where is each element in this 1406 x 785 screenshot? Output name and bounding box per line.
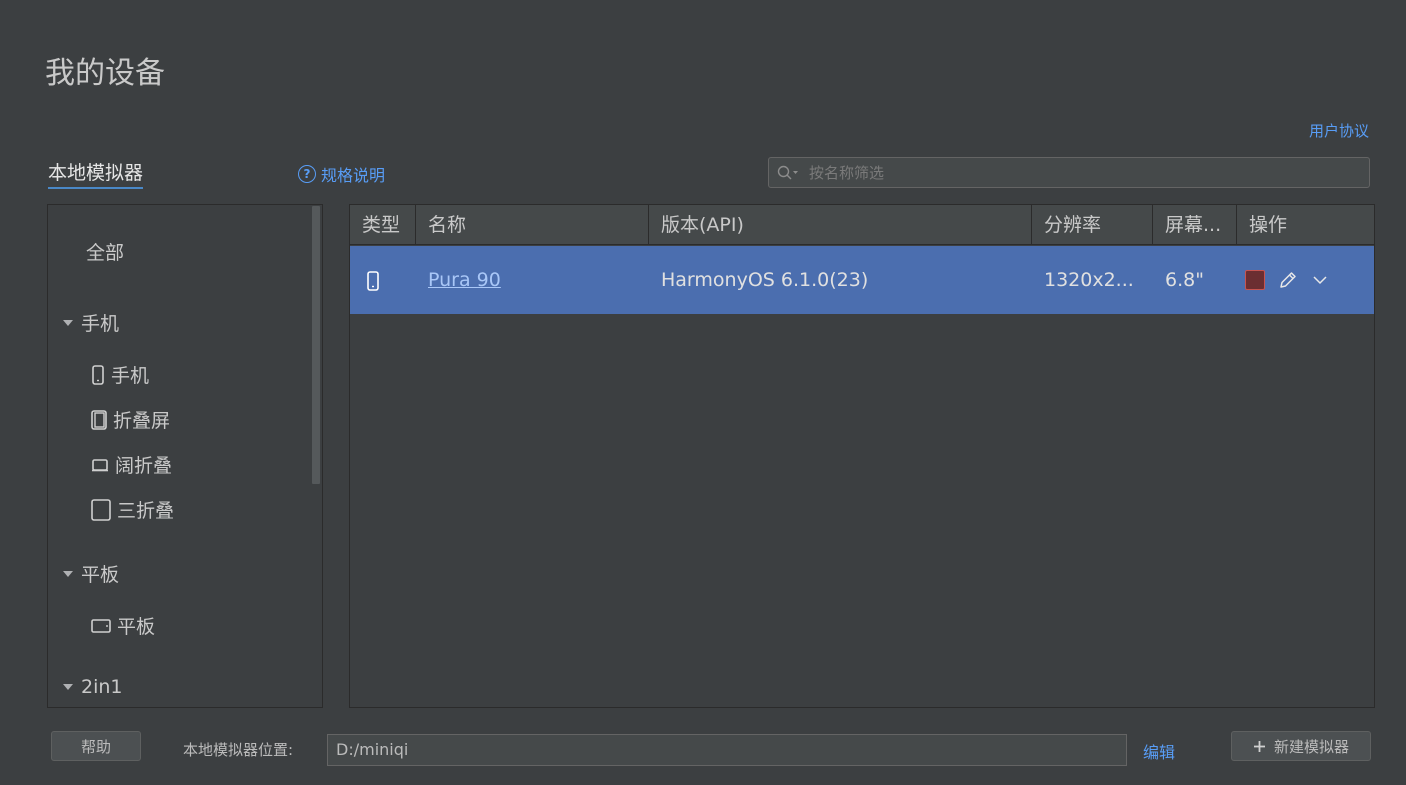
- device-name-link[interactable]: Pura 90: [428, 269, 501, 291]
- search-box[interactable]: [768, 157, 1370, 188]
- edit-location-link[interactable]: 编辑: [1143, 739, 1175, 763]
- stop-emulator-button[interactable]: [1245, 270, 1265, 290]
- table-header: 类型 名称 版本(API) 分辨率 屏幕... 操作: [350, 205, 1374, 245]
- plus-icon: [1253, 740, 1265, 752]
- search-icon: [777, 165, 798, 179]
- tree-item-label: 三折叠: [117, 500, 175, 522]
- tree-item-foldable[interactable]: 折叠屏: [91, 406, 170, 433]
- page-title: 我的设备: [45, 56, 165, 91]
- wide-fold-icon: [92, 458, 108, 471]
- emulator-location-input[interactable]: D:/miniqi: [327, 734, 1127, 766]
- row-version-cell: HarmonyOS 6.1.0(23): [661, 269, 869, 291]
- tree-item-phone[interactable]: 手机: [91, 361, 149, 388]
- column-header-type[interactable]: 类型: [350, 205, 416, 245]
- tri-fold-icon: [91, 498, 111, 521]
- row-resolution-cell: 1320x2...: [1044, 269, 1134, 291]
- tree-group-phone[interactable]: 手机: [63, 309, 119, 336]
- expand-triangle-icon: [63, 684, 73, 690]
- spec-link-label: 规格说明: [321, 166, 386, 185]
- expand-triangle-icon: [63, 570, 73, 577]
- chevron-down-icon[interactable]: [1312, 272, 1328, 288]
- column-header-version[interactable]: 版本(API): [649, 205, 1032, 245]
- column-header-name[interactable]: 名称: [416, 205, 649, 245]
- help-button[interactable]: 帮助: [51, 731, 141, 761]
- tree-item-label: 折叠屏: [113, 410, 171, 432]
- tree-item-label: 平板: [117, 616, 156, 638]
- table-row[interactable]: Pura 90 HarmonyOS 6.1.0(23) 1320x2... 6.…: [350, 246, 1374, 314]
- tablet-icon: [91, 618, 111, 633]
- tree-item-label: 手机: [111, 365, 150, 387]
- user-agreement-link[interactable]: 用户协议: [1309, 120, 1369, 141]
- tree-item-tri-fold[interactable]: 三折叠: [91, 496, 174, 523]
- column-header-resolution[interactable]: 分辨率: [1032, 205, 1153, 245]
- foldable-icon: [91, 409, 107, 430]
- tree-item-tablet[interactable]: 平板: [91, 612, 155, 639]
- phone-icon: [92, 364, 104, 385]
- tree-group-label: 平板: [81, 564, 120, 586]
- device-table: 类型 名称 版本(API) 分辨率 屏幕... 操作 Pura 90 Harmo…: [349, 204, 1375, 708]
- tree-item-all[interactable]: 全部: [86, 238, 124, 265]
- help-circle-icon: ?: [298, 165, 316, 183]
- new-emulator-button[interactable]: 新建模拟器: [1231, 731, 1371, 761]
- row-name-cell: Pura 90: [416, 246, 649, 314]
- tree-item-wide-fold[interactable]: 阔折叠: [91, 451, 172, 478]
- pencil-edit-icon[interactable]: [1278, 270, 1298, 290]
- column-header-actions[interactable]: 操作: [1237, 205, 1374, 245]
- tab-local-emulator[interactable]: 本地模拟器: [48, 158, 144, 189]
- tree-group-tablet[interactable]: 平板: [63, 560, 119, 587]
- device-category-tree: 全部 手机 手机 折叠屏 阔折叠 三折叠 平板 平板 2in1: [47, 204, 323, 708]
- column-header-screen[interactable]: 屏幕...: [1153, 205, 1237, 245]
- row-screen-cell: 6.8": [1165, 269, 1204, 291]
- spec-description-link[interactable]: ? 规格说明: [298, 162, 385, 186]
- tree-group-label: 手机: [81, 313, 120, 335]
- tree-group-2in1[interactable]: 2in1: [63, 676, 123, 698]
- tree-group-label: 2in1: [81, 676, 123, 698]
- search-input[interactable]: [809, 163, 1349, 182]
- row-type-cell: [350, 246, 416, 314]
- expand-triangle-icon: [63, 319, 73, 326]
- tree-item-label: 阔折叠: [115, 455, 173, 477]
- sidebar-scrollbar-thumb[interactable]: [312, 206, 320, 484]
- tree-item-label: 全部: [86, 242, 125, 264]
- emulator-location-label: 本地模拟器位置:: [183, 741, 294, 759]
- new-emulator-label: 新建模拟器: [1273, 737, 1349, 756]
- phone-icon: [367, 270, 379, 291]
